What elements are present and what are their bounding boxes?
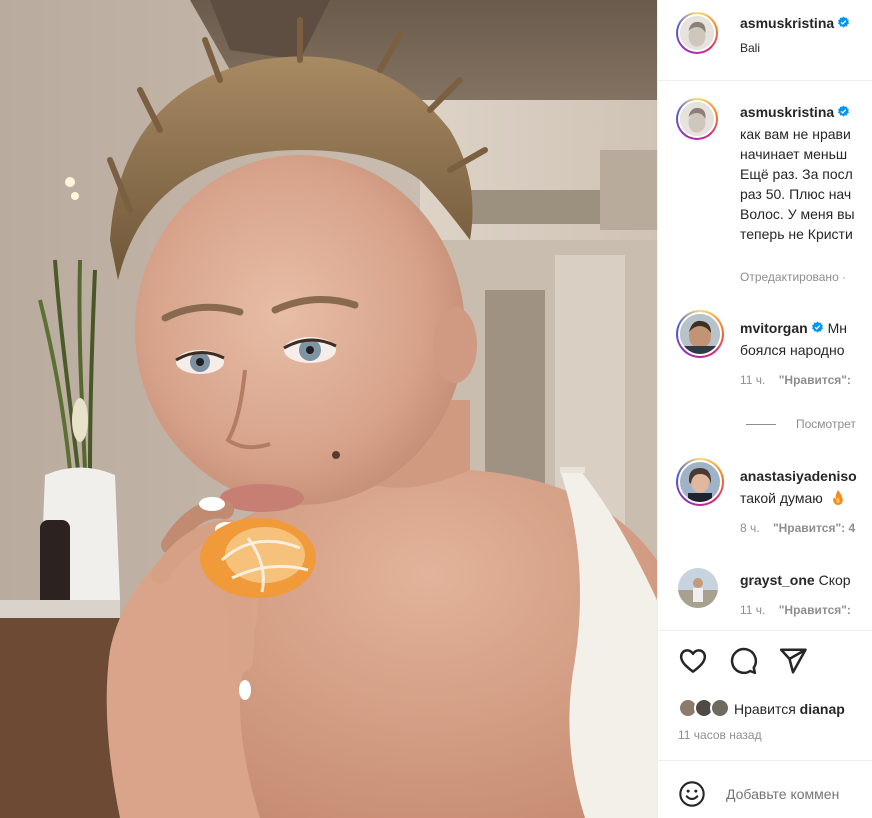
header-divider: [658, 80, 872, 81]
comment-button[interactable]: [728, 646, 758, 676]
verified-badge-icon: [811, 321, 823, 333]
liker-avatar[interactable]: [710, 698, 730, 718]
caption-line: теперь не Кристи: [740, 226, 853, 242]
comment-line: grayst_one Скор: [740, 570, 851, 590]
comment-meta: 11 ч. "Нравится":: [740, 373, 851, 387]
likes-prefix: Нравится: [734, 701, 796, 717]
emoji-button[interactable]: [678, 780, 706, 808]
comment-likes-button[interactable]: "Нравится":: [779, 603, 851, 617]
author-avatar[interactable]: [676, 12, 718, 54]
caption-edited-label: Отредактировано ·: [740, 270, 847, 284]
comment-text-continued: боялся народно: [740, 342, 845, 358]
comment-time: 11 ч.: [740, 603, 766, 617]
comment-time: 11 ч.: [740, 373, 766, 387]
post-location[interactable]: Bali: [740, 41, 760, 55]
comment-username[interactable]: mvitorgan: [740, 320, 808, 336]
comment-text: Скор: [818, 572, 851, 588]
replies-line: [746, 424, 776, 425]
caption-line: Волос. У меня вы: [740, 206, 855, 222]
post-photo[interactable]: [0, 0, 657, 818]
input-divider: [658, 760, 872, 761]
comment-text: Мн: [827, 320, 847, 336]
instagram-post-view: asmuskristina Bali asmuskristina как вам…: [0, 0, 872, 818]
comment-line: такой думаю: [740, 488, 844, 508]
post-side-panel: asmuskristina Bali asmuskristina как вам…: [657, 0, 872, 818]
caption-line: начинает меньш: [740, 146, 848, 162]
comment-username[interactable]: grayst_one: [740, 572, 815, 588]
comment-avatar[interactable]: [676, 310, 724, 358]
author-avatar-image: [680, 16, 714, 50]
comment-avatar[interactable]: [678, 568, 718, 608]
likes-summary: Нравится dianap: [734, 699, 845, 719]
liker-username[interactable]: dianap: [800, 701, 845, 717]
comment-likes-button[interactable]: "Нравится": 4: [773, 521, 855, 535]
comment-avatar-image: [680, 314, 720, 354]
comment-likes-button[interactable]: "Нравится":: [779, 373, 851, 387]
comment-username[interactable]: anastasiyadeniso: [740, 466, 857, 486]
view-replies-button[interactable]: Посмотрет: [796, 417, 856, 431]
caption-line: как вам не нрави: [740, 126, 851, 142]
comment-time: 8 ч.: [740, 521, 760, 535]
send-icon: [779, 648, 807, 674]
fire-emoji-icon: [832, 490, 843, 505]
post-author-row: asmuskristina: [740, 15, 850, 31]
caption-author-username[interactable]: asmuskristina: [740, 104, 834, 120]
verified-badge-icon: [838, 16, 850, 28]
comment-line: mvitorgan Мн: [740, 318, 847, 338]
share-button[interactable]: [778, 646, 808, 676]
comment-icon: [730, 647, 757, 675]
post-author-username[interactable]: asmuskristina: [740, 15, 834, 31]
post-timestamp[interactable]: 11 часов назад: [678, 728, 762, 742]
caption-line: раз 50. Плюс нач: [740, 186, 852, 202]
comment-meta: 11 ч. "Нравится":: [740, 603, 851, 617]
post-photo-image: [0, 0, 657, 818]
caption-avatar-image: [680, 102, 714, 136]
actions-divider: [658, 630, 872, 631]
comment-avatar-image: [678, 568, 718, 608]
caption-text: как вам не нрави начинает меньш Ещё раз.…: [740, 124, 855, 244]
heart-icon: [679, 649, 707, 673]
comment-avatar-image: [680, 462, 720, 502]
comment-meta: 8 ч. "Нравится": 4: [740, 521, 855, 535]
comment-input[interactable]: [726, 782, 872, 806]
verified-badge-icon: [838, 105, 850, 117]
smiley-icon: [679, 781, 705, 807]
like-button[interactable]: [678, 646, 708, 676]
caption-author-row: asmuskristina: [740, 104, 850, 120]
caption-line: Ещё раз. За посл: [740, 166, 853, 182]
comment-text: такой думаю: [740, 490, 823, 506]
comment-avatar[interactable]: [676, 458, 724, 506]
caption-avatar[interactable]: [676, 98, 718, 140]
